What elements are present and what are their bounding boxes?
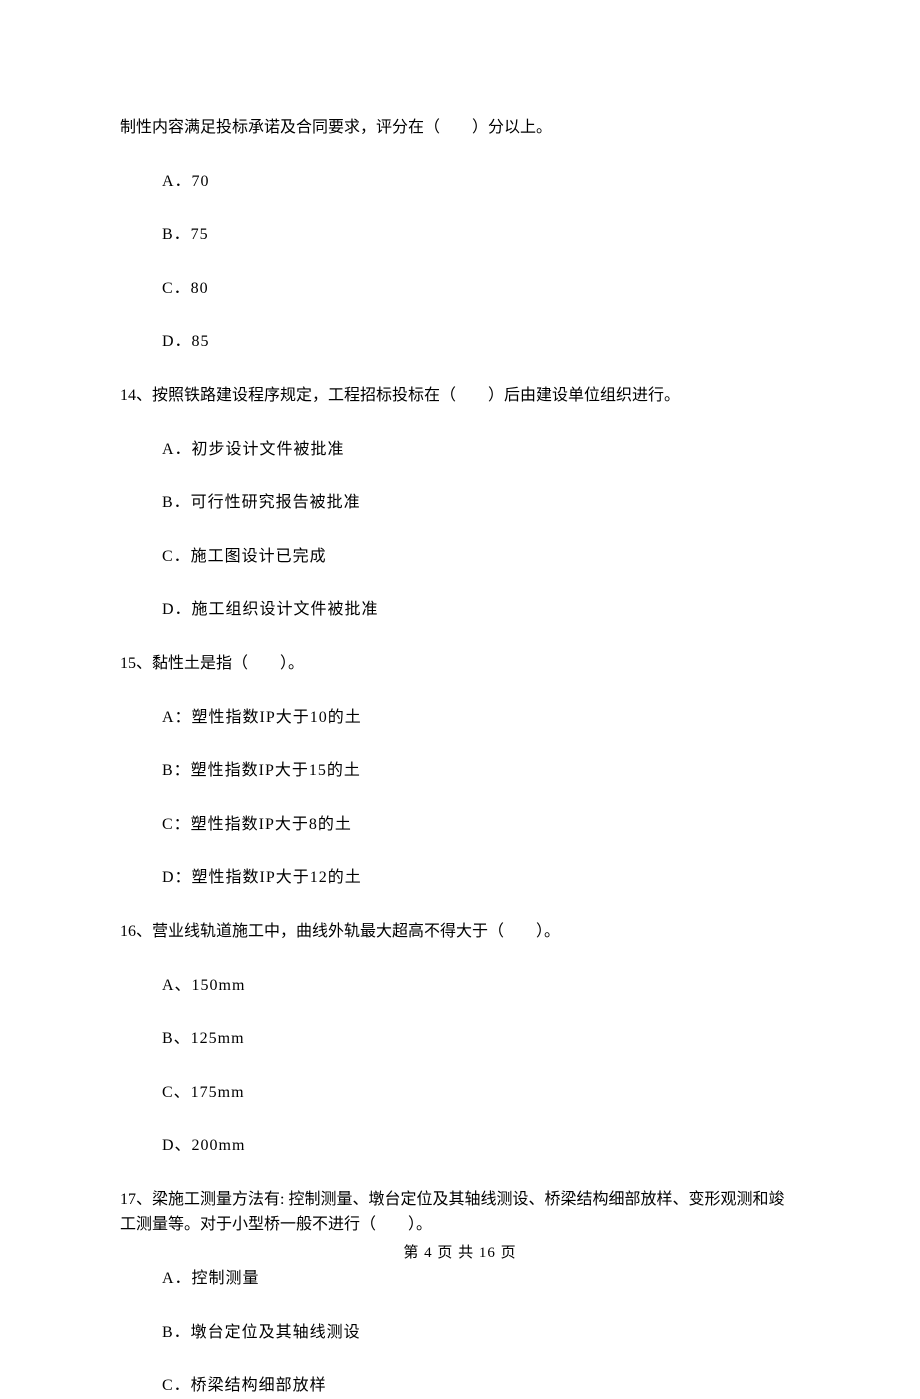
question-14-stem: 14、按照铁路建设程序规定，工程招标投标在（ ）后由建设单位组织进行。 [120,383,800,409]
q15-option-c: C：塑性指数IP大于8的土 [162,812,800,838]
q13-option-d: D．85 [162,329,800,355]
q14-option-d: D．施工组织设计文件被批准 [162,597,800,623]
q15-option-d: D：塑性指数IP大于12的土 [162,865,800,891]
question-15-stem: 15、黏性土是指（ ）。 [120,651,800,677]
question-13-continuation: 制性内容满足投标承诺及合同要求，评分在（ ）分以上。 [120,115,800,141]
q15-option-b: B：塑性指数IP大于15的土 [162,758,800,784]
q13-option-b: B．75 [162,222,800,248]
q17-option-c: C．桥梁结构细部放样 [162,1373,800,1399]
q13-option-a: A．70 [162,169,800,195]
q16-option-c: C、175mm [162,1080,800,1106]
q14-option-c: C．施工图设计已完成 [162,544,800,570]
q16-option-a: A、150mm [162,973,800,999]
q14-option-a: A．初步设计文件被批准 [162,437,800,463]
q16-option-b: B、125mm [162,1026,800,1052]
q16-option-d: D、200mm [162,1133,800,1159]
page-footer: 第 4 页 共 16 页 [0,1241,920,1262]
question-17-stem: 17、梁施工测量方法有: 控制测量、墩台定位及其轴线测设、桥梁结构细部放样、变形… [120,1187,800,1238]
q13-option-c: C．80 [162,276,800,302]
question-16-stem: 16、营业线轨道施工中，曲线外轨最大超高不得大于（ ）。 [120,919,800,945]
q15-option-a: A：塑性指数IP大于10的土 [162,705,800,731]
page-content: 制性内容满足投标承诺及合同要求，评分在（ ）分以上。 A．70 B．75 C．8… [0,0,920,1399]
q14-option-b: B．可行性研究报告被批准 [162,490,800,516]
q17-option-a: A．控制测量 [162,1266,800,1292]
q17-option-b: B．墩台定位及其轴线测设 [162,1320,800,1346]
